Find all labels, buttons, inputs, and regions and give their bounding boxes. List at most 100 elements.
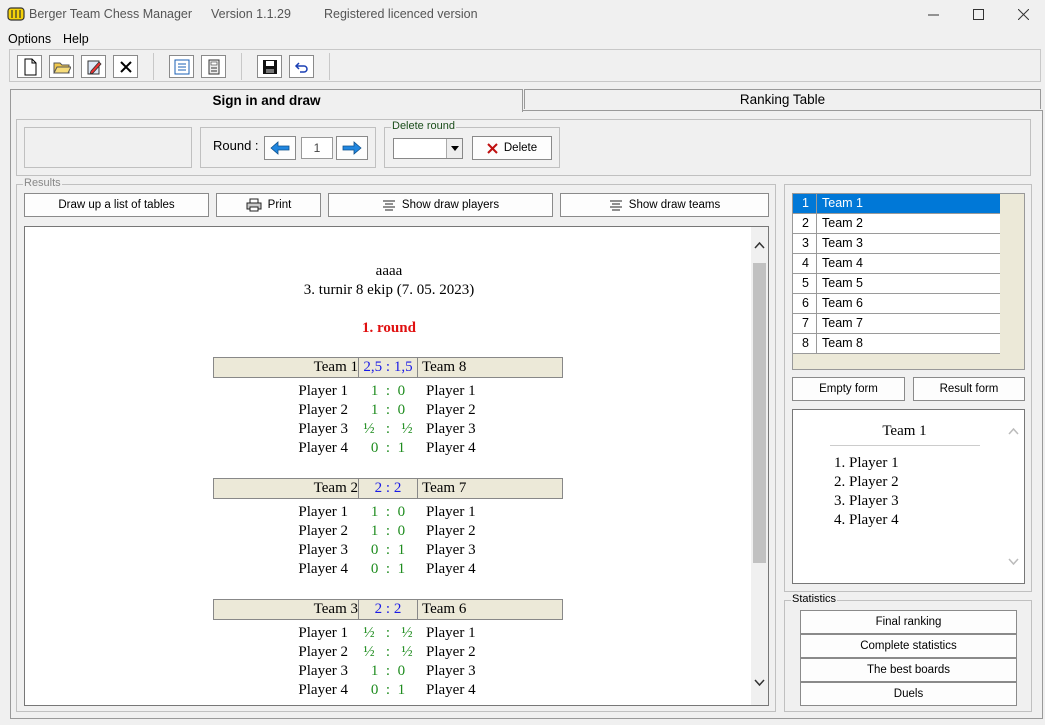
board-result: 1 : 0 — [370, 663, 406, 679]
detail-player-list: 1. Player 1 2. Player 2 3. Player 3 4. P… — [834, 454, 899, 530]
team-list-item[interactable]: 8 Team 8 — [793, 334, 1000, 354]
board-row: Player 4 0 : 1 Player 4 — [213, 561, 563, 580]
new-button[interactable] — [17, 55, 42, 78]
detail-player: 1. Player 1 — [834, 455, 899, 471]
show-draw-teams-label: Show draw teams — [628, 199, 721, 211]
home-team: Team 3 — [313, 601, 358, 617]
dropdown-button[interactable] — [446, 139, 462, 158]
round-label: Round : — [213, 138, 259, 153]
next-round-button[interactable] — [336, 136, 368, 160]
board-result: 0 : 1 — [370, 561, 406, 577]
board-row: Player 1 1 : 0 Player 1 — [213, 383, 563, 402]
best-boards-label: The best boards — [866, 664, 951, 676]
match-score: 2 : 2 — [358, 479, 418, 498]
scroll-up-icon[interactable] — [754, 241, 765, 249]
maximize-icon — [972, 9, 984, 20]
team-number: 7 — [793, 314, 817, 334]
team-list-item[interactable]: 4 Team 4 — [793, 254, 1000, 274]
scroll-up-icon[interactable] — [1008, 427, 1019, 435]
board-row: Player 2 1 : 0 Player 2 — [213, 402, 563, 421]
undo-button[interactable] — [289, 55, 314, 78]
board-row: Player 4 0 : 1 Player 4 — [213, 440, 563, 459]
close-button[interactable] — [1000, 0, 1045, 29]
board-result: 0 : 1 — [370, 440, 406, 456]
board-result: 0 : 1 — [370, 682, 406, 698]
team-number: 2 — [793, 214, 817, 234]
team-name: Team 8 — [822, 336, 863, 350]
maximize-button[interactable] — [955, 0, 1001, 29]
home-player: Player 2 — [298, 402, 348, 418]
round-heading: 1. round — [362, 320, 416, 336]
delete-round-button[interactable]: Delete — [472, 136, 552, 160]
away-player: Player 3 — [426, 421, 476, 437]
delete-file-button[interactable] — [113, 55, 138, 78]
team-list[interactable]: 1 Team 1 2 Team 2 3 Team 3 4 Team 4 5 Team 5 6 Team… — [792, 193, 1025, 370]
calculator-button[interactable] — [201, 55, 226, 78]
toolbar-separator — [329, 53, 330, 80]
show-draw-players-button[interactable]: Show draw players — [328, 193, 553, 217]
final-ranking-button[interactable]: Final ranking — [800, 610, 1017, 634]
away-team: Team 6 — [422, 601, 467, 617]
home-player: Player 3 — [298, 663, 348, 679]
tab-sign-in-and-draw[interactable]: Sign in and draw — [10, 89, 523, 112]
home-player: Player 4 — [298, 561, 348, 577]
away-player: Player 1 — [426, 383, 476, 399]
arrow-left-icon — [270, 141, 290, 155]
team-list-item[interactable]: 1 Team 1 — [793, 194, 1000, 214]
scroll-thumb[interactable] — [753, 263, 766, 563]
license-text: Registered licenced version — [324, 7, 478, 21]
empty-form-button[interactable]: Empty form — [792, 377, 905, 401]
show-draw-teams-button[interactable]: Show draw teams — [560, 193, 769, 217]
complete-statistics-button[interactable]: Complete statistics — [800, 634, 1017, 658]
statistics-label: Statistics — [791, 593, 838, 605]
open-folder-icon — [52, 62, 71, 73]
list-button[interactable] — [169, 55, 194, 78]
home-player: Player 1 — [298, 504, 348, 520]
home-player: Player 3 — [298, 421, 348, 437]
minimize-button[interactable] — [910, 0, 956, 29]
board-result: ½ : ½ — [363, 644, 413, 660]
team-list-item[interactable]: 6 Team 6 — [793, 294, 1000, 314]
round-number-field[interactable]: 1 — [301, 137, 333, 159]
duels-label: Duels — [893, 688, 924, 700]
away-player: Player 4 — [426, 682, 476, 698]
menu-options[interactable]: Options — [8, 32, 51, 46]
team-list-item[interactable]: 7 Team 7 — [793, 314, 1000, 334]
save-button[interactable] — [257, 55, 282, 78]
previous-round-button[interactable] — [264, 136, 296, 160]
board-result: ½ : ½ — [363, 625, 413, 641]
scroll-down-icon[interactable] — [754, 679, 765, 687]
board-row: Player 3 0 : 1 Player 3 — [213, 542, 563, 561]
scroll-down-icon[interactable] — [1008, 558, 1019, 566]
away-team: Team 8 — [422, 359, 467, 375]
tab-ranking-table[interactable]: Ranking Table — [524, 89, 1041, 109]
team-list-item[interactable]: 3 Team 3 — [793, 234, 1000, 254]
home-player: Player 2 — [298, 644, 348, 660]
away-player: Player 1 — [426, 504, 476, 520]
draw-list-button[interactable]: Draw up a list of tables — [24, 193, 209, 217]
team-list-item[interactable]: 5 Team 5 — [793, 274, 1000, 294]
complete-statistics-label: Complete statistics — [860, 640, 957, 652]
menu-help[interactable]: Help — [63, 32, 89, 46]
round-group: Round : 1 — [200, 127, 376, 168]
best-boards-button[interactable]: The best boards — [800, 658, 1017, 682]
report-scrollbar[interactable] — [751, 227, 768, 705]
edit-button[interactable] — [81, 55, 106, 78]
lines-icon — [382, 200, 395, 211]
board-row: Player 2 ½ : ½ Player 2 — [213, 644, 563, 663]
team-list-item[interactable]: 2 Team 2 — [793, 214, 1000, 234]
result-form-label: Result form — [939, 383, 999, 395]
toolbar-separator — [241, 53, 242, 80]
result-form-button[interactable]: Result form — [913, 377, 1025, 401]
print-button[interactable]: Print — [216, 193, 321, 217]
undo-icon — [294, 61, 308, 73]
duels-button[interactable]: Duels — [800, 682, 1017, 706]
app-version: Version 1.1.29 — [211, 7, 291, 21]
toolbar — [9, 49, 1041, 82]
home-player: Player 4 — [298, 682, 348, 698]
info-box — [24, 127, 192, 168]
report-view[interactable]: aaaa 3. turnir 8 ekip (7. 05. 2023) 1. r… — [24, 226, 769, 706]
open-button[interactable] — [49, 55, 74, 78]
team-detail: Team 1 1. Player 1 2. Player 2 3. Player… — [792, 409, 1025, 584]
round-select[interactable] — [393, 138, 463, 159]
